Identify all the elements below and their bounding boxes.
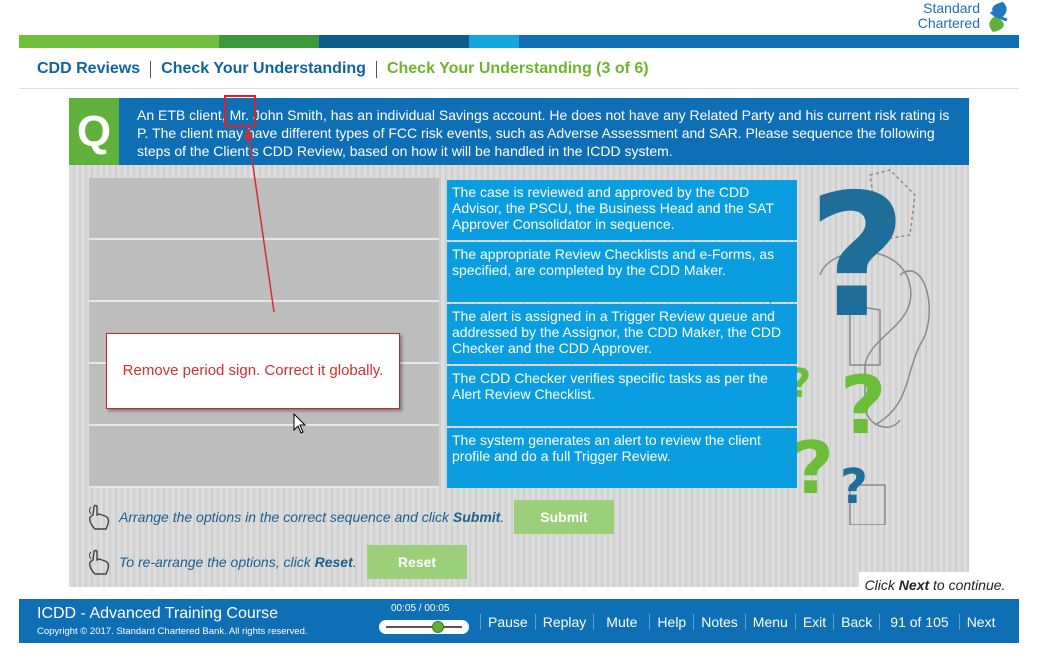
drop-slot-2[interactable] [89,240,439,302]
svg-text:?: ? [808,165,907,356]
course-title: ICDD - Advanced Training Course [37,605,278,622]
svg-text:?: ? [792,426,834,510]
reset-instruction-end: . [352,554,357,570]
sequence-option[interactable]: The CDD Checker verifies specific tasks … [447,366,797,426]
page-counter: 91 of 105 [890,613,949,630]
sequence-option[interactable]: The case is reviewed and approved by the… [447,180,797,240]
player-nav: Pause Replay Mute Help Notes Menu Exit B… [480,613,1002,630]
brand-color-bar [19,35,1019,48]
notes-button[interactable]: Notes [694,614,745,630]
hand-pointer-icon [89,504,110,530]
question-text: An ETB client, Mr. John Smith, has an in… [137,107,950,159]
reset-instruction: To re-arrange the options, click Reset. [119,554,357,570]
next-hint-pre: Click [864,577,895,593]
next-hint: Click Next to continue. [859,572,1011,598]
header-divider [19,88,1019,89]
hand-pointer-icon [89,549,110,575]
sequence-option[interactable]: The appropriate Review Checklists and e-… [447,242,797,302]
breadcrumb-cdd-reviews[interactable]: CDD Reviews [37,60,140,78]
help-button[interactable]: Help [650,614,693,630]
color-segment [19,35,219,48]
submit-instruction-text: Arrange the options in the correct seque… [119,509,453,525]
question-badge: Q [69,98,119,165]
sequence-option[interactable]: The alert is assigned in a Trigger Revie… [447,304,797,364]
color-segment [219,35,319,48]
brand-logo-icon [989,2,1008,32]
svg-text:?: ? [840,459,868,515]
color-segment [319,35,469,48]
next-button[interactable]: Next [960,614,1003,630]
annotation-highlight [224,95,256,127]
back-button[interactable]: Back [834,614,879,630]
logo-line-2: Chartered [917,15,980,31]
svg-text:?: ? [840,359,886,452]
submit-button[interactable]: Submit [514,500,614,534]
submit-instruction-keyword: Submit [452,509,501,525]
breadcrumb-check-understanding[interactable]: Check Your Understanding [161,60,366,78]
breadcrumb-current: Check Your Understanding (3 of 6) [386,60,649,77]
progress-line [386,626,462,628]
submit-instruction: Arrange the options in the correct seque… [119,509,504,525]
annotation-comment-box: Remove period sign. Correct it globally. [106,333,400,409]
color-segment [469,35,519,48]
breadcrumb-separator [150,60,152,78]
reset-instruction-keyword: Reset [314,554,353,570]
pause-button[interactable]: Pause [481,614,535,630]
reset-instruction-text: To re-arrange the options, click [119,554,315,570]
menu-button[interactable]: Menu [746,614,795,630]
breadcrumb: CDD Reviews Check Your Understanding Che… [37,59,649,79]
breadcrumb-separator [375,60,377,78]
top-header [19,0,1019,35]
next-hint-keyword: Next [898,577,930,593]
exit-button[interactable]: Exit [796,614,833,630]
submit-instruction-end: . [500,509,505,525]
copyright-text: Copyright © 2017. Standard Chartered Ban… [37,626,308,637]
color-segment [519,35,1019,48]
reset-button[interactable]: Reset [367,545,467,579]
progress-knob[interactable] [432,621,444,633]
mute-button[interactable]: Mute [594,614,649,630]
brand-logo-text: Standard Chartered [918,1,980,31]
sequence-option[interactable]: The system generates an alert to review … [447,428,797,488]
logo-line-1: Standard [923,0,980,16]
mouse-cursor-icon [293,413,307,434]
replay-button[interactable]: Replay [536,614,594,630]
drop-slot-1[interactable] [89,178,439,240]
time-readout: 00:05 / 00:05 [391,603,450,614]
drop-slot-5[interactable] [89,426,439,488]
next-hint-post: to continue. [933,577,1006,593]
